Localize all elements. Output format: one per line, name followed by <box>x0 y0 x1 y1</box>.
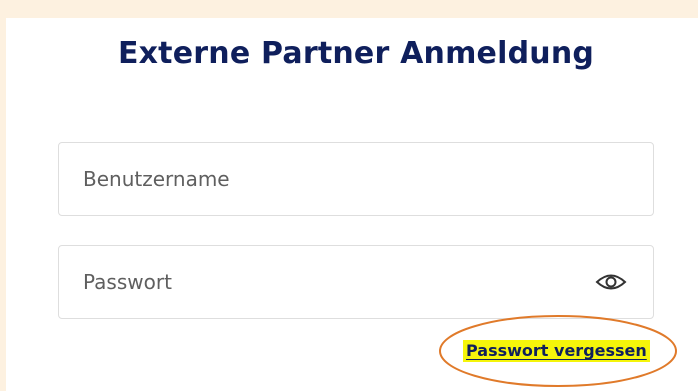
username-input[interactable] <box>83 143 583 215</box>
page-title: Externe Partner Anmeldung <box>117 36 595 71</box>
password-field[interactable] <box>58 245 654 319</box>
forgot-password-link[interactable]: Passwort vergessen <box>463 340 650 362</box>
username-field[interactable] <box>58 142 654 216</box>
eye-icon[interactable] <box>595 270 627 294</box>
password-input[interactable] <box>83 246 583 318</box>
